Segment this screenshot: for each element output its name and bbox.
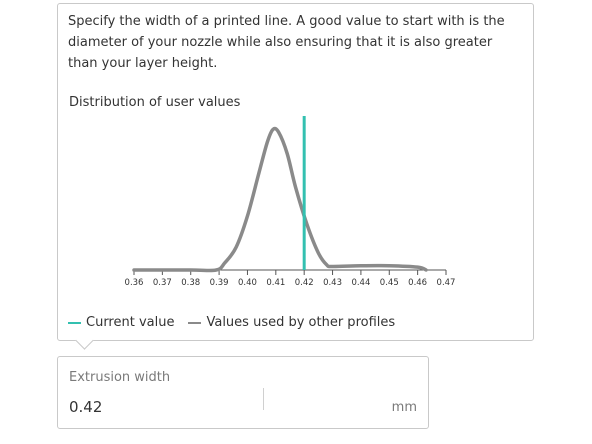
x-axis-tick-label: 0.46 [408, 278, 427, 288]
chart-legend: Current value Values used by other profi… [68, 315, 395, 330]
x-axis-tick-label: 0.41 [266, 278, 285, 288]
x-axis-tick-label: 0.37 [153, 278, 172, 288]
x-axis-tick-label: 0.40 [238, 278, 257, 288]
extrusion-width-input[interactable]: 0.42 [69, 398, 102, 416]
field-unit: mm [391, 400, 417, 415]
distribution-chart: 0.36 0.37 0.38 0.39 0.40 0.41 0.42 0.43 0.44 0.45… [125, 116, 456, 288]
x-axis-tick-label: 0.45 [380, 278, 399, 288]
legend-others-swatch [188, 321, 202, 324]
legend-current: Current value [68, 315, 174, 330]
legend-current-swatch [68, 321, 81, 324]
x-axis-tick-label: 0.43 [323, 278, 342, 288]
setting-tooltip: Specify the width of a printed line. A g… [57, 3, 534, 341]
distribution-series-line [132, 126, 428, 273]
legend-others-label: Values used by other profiles [206, 315, 396, 330]
x-axis-tick-label: 0.47 [437, 278, 456, 288]
x-axis-tick-label: 0.44 [351, 278, 370, 288]
field-label: Extrusion width [69, 370, 171, 385]
legend-others: Values used by other profiles [188, 315, 395, 330]
x-axis-tick-label: 0.38 [181, 278, 200, 288]
text-cursor-icon [263, 388, 264, 410]
legend-current-label: Current value [86, 315, 175, 330]
x-axis-tick-labels: 0.36 0.37 0.38 0.39 0.40 0.41 0.42 0.43 0.44 0.45… [125, 278, 456, 288]
x-axis-tick-label: 0.36 [125, 278, 144, 288]
extrusion-width-field[interactable]: Extrusion width 0.42 mm [57, 356, 429, 429]
x-axis-tick-label: 0.42 [295, 278, 314, 288]
x-axis-tick-label: 0.39 [210, 278, 229, 288]
